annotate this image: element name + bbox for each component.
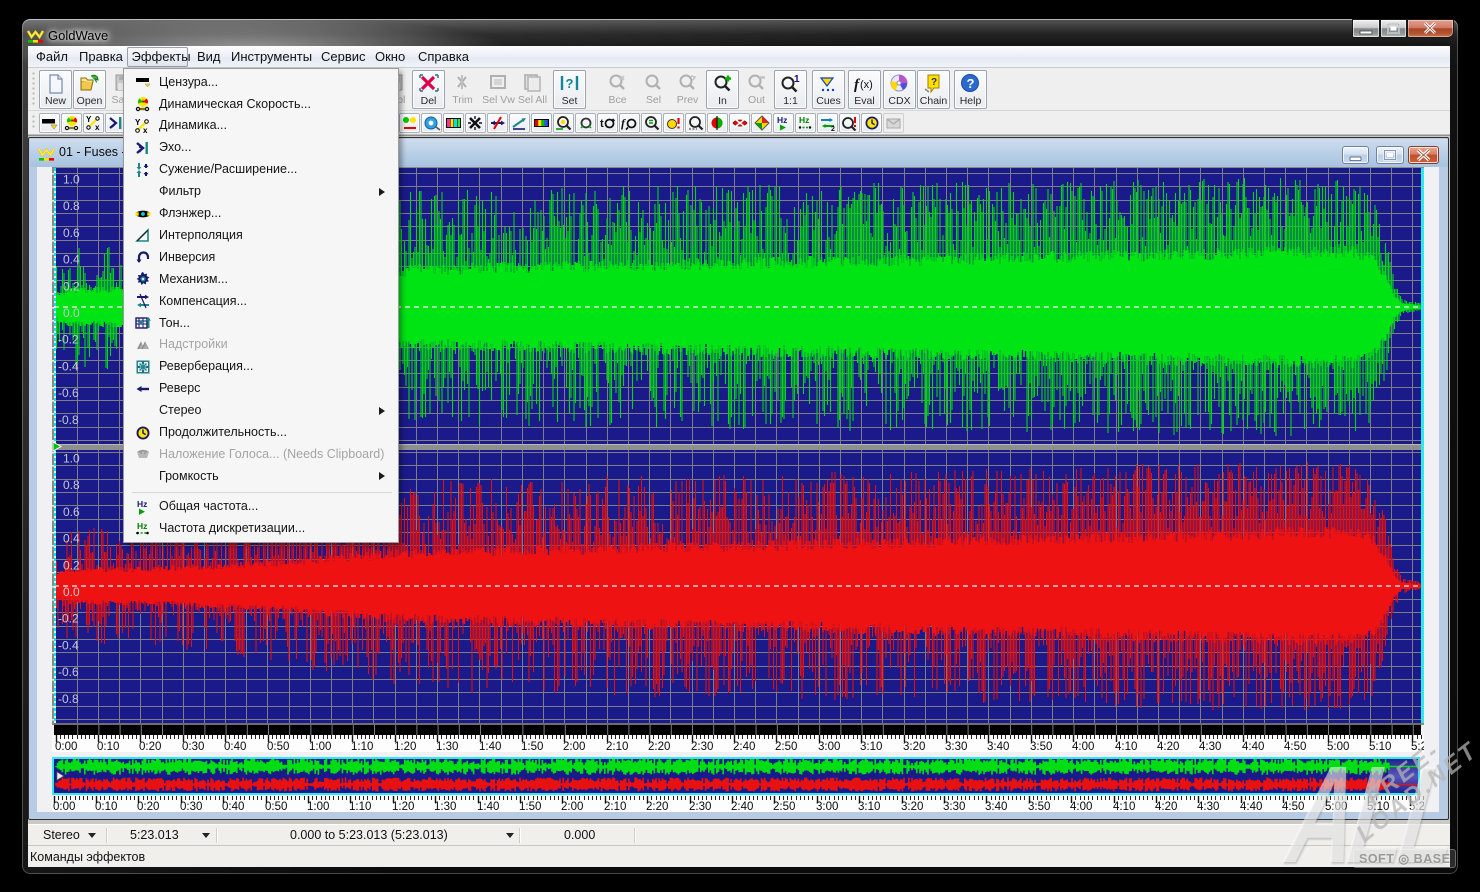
svg-text:1:00: 1:00 (307, 801, 329, 812)
svg-text:Hz: Hz (137, 521, 147, 531)
svg-text:0:50: 0:50 (265, 801, 287, 812)
svg-text:0.2: 0.2 (63, 558, 80, 572)
svg-text:1:20: 1:20 (392, 801, 414, 812)
svg-text:Hz: Hz (777, 115, 787, 125)
svg-text:0:30: 0:30 (180, 801, 202, 812)
svg-text:1:10: 1:10 (349, 801, 371, 812)
svg-text:t: t (600, 118, 604, 130)
svg-text:4:20: 4:20 (1155, 801, 1177, 812)
svg-text:1:10: 1:10 (351, 741, 373, 752)
svg-text:0.8: 0.8 (63, 478, 80, 492)
svg-text:0:10: 0:10 (95, 801, 117, 812)
svg-text:4:10: 4:10 (1115, 741, 1137, 752)
svg-text:-0.6: -0.6 (58, 665, 79, 679)
svg-text:-0.4: -0.4 (58, 638, 79, 652)
svg-text:-0.4: -0.4 (58, 359, 79, 373)
svg-text:2:30: 2:30 (689, 801, 711, 812)
svg-text:4:40: 4:40 (1240, 801, 1262, 812)
svg-text:4:00: 4:00 (1070, 801, 1092, 812)
svg-text:3:20: 3:20 (901, 801, 923, 812)
svg-text:0.4: 0.4 (63, 253, 80, 267)
svg-text:0:50: 0:50 (267, 741, 289, 752)
svg-text:2:50: 2:50 (773, 801, 795, 812)
svg-text:0:30: 0:30 (182, 741, 204, 752)
svg-text:2:20: 2:20 (646, 801, 668, 812)
svg-text:1:50: 1:50 (521, 741, 543, 752)
svg-text:0.6: 0.6 (63, 505, 80, 519)
svg-text:3:00: 3:00 (816, 801, 838, 812)
svg-text:3:00: 3:00 (818, 741, 840, 752)
svg-text:4:10: 4:10 (1113, 801, 1135, 812)
svg-text:Y: Y (135, 118, 141, 127)
svg-text:0.4: 0.4 (63, 532, 80, 546)
svg-text:-0.8: -0.8 (58, 413, 79, 427)
svg-text:4:40: 4:40 (1242, 741, 1264, 752)
svg-text:Y: Y (86, 115, 92, 124)
svg-text:4:00: 4:00 (1072, 741, 1094, 752)
svg-text:3:40: 3:40 (985, 801, 1007, 812)
svg-text:4:20: 4:20 (1157, 741, 1179, 752)
svg-text:0:20: 0:20 (139, 741, 161, 752)
svg-text:(x): (x) (860, 79, 873, 91)
svg-text:1:40: 1:40 (479, 741, 501, 752)
svg-text:Hz: Hz (799, 115, 809, 125)
svg-text:3:30: 3:30 (945, 741, 967, 752)
svg-text:?: ? (931, 77, 937, 88)
svg-text:2:40: 2:40 (733, 741, 755, 752)
svg-text:2:30: 2:30 (691, 741, 713, 752)
svg-text:0.0: 0.0 (63, 585, 80, 599)
svg-text:2:00: 2:00 (561, 801, 583, 812)
svg-text:3:30: 3:30 (943, 801, 965, 812)
svg-text:1:50: 1:50 (519, 801, 541, 812)
svg-text:x: x (143, 126, 148, 134)
svg-text:0:20: 0:20 (137, 801, 159, 812)
svg-text:3:40: 3:40 (987, 741, 1009, 752)
svg-text:Hz: Hz (137, 499, 147, 509)
svg-text:2:10: 2:10 (604, 801, 626, 812)
svg-text:?: ? (565, 76, 573, 91)
svg-text:2:00: 2:00 (563, 741, 585, 752)
svg-text:3:50: 3:50 (1028, 801, 1050, 812)
svg-text:1:30: 1:30 (436, 741, 458, 752)
svg-text:0.0: 0.0 (63, 306, 80, 320)
svg-text:?: ? (966, 76, 974, 91)
svg-text:0.8: 0.8 (63, 199, 80, 213)
svg-text:0.2: 0.2 (63, 279, 80, 293)
svg-text:4:30: 4:30 (1197, 801, 1219, 812)
svg-text:1:30: 1:30 (434, 801, 456, 812)
svg-text:0:00: 0:00 (53, 801, 75, 812)
svg-text:1:40: 1:40 (477, 801, 499, 812)
svg-text:x: x (95, 123, 100, 131)
svg-text:1:20: 1:20 (394, 741, 416, 752)
svg-text:0:10: 0:10 (97, 741, 119, 752)
svg-text:2:10: 2:10 (606, 741, 628, 752)
svg-text:-0.6: -0.6 (58, 386, 79, 400)
svg-text:1:00: 1:00 (309, 741, 331, 752)
svg-text:3:10: 3:10 (858, 801, 880, 812)
svg-text:0:00: 0:00 (55, 741, 77, 752)
svg-text:3:50: 3:50 (1030, 741, 1052, 752)
svg-text:3:20: 3:20 (903, 741, 925, 752)
svg-text:2: 2 (831, 126, 835, 131)
svg-text:2:20: 2:20 (648, 741, 670, 752)
svg-text:3:10: 3:10 (860, 741, 882, 752)
svg-text:0:40: 0:40 (224, 741, 246, 752)
svg-text:0.6: 0.6 (63, 226, 80, 240)
svg-text:1: 1 (794, 74, 800, 85)
svg-text:0:40: 0:40 (222, 801, 244, 812)
svg-text:-0.2: -0.2 (58, 333, 79, 347)
svg-text:2:50: 2:50 (775, 741, 797, 752)
svg-text:1.0: 1.0 (63, 172, 80, 186)
svg-text:f: f (621, 116, 626, 130)
svg-text:-0.8: -0.8 (58, 692, 79, 706)
svg-text:2:40: 2:40 (731, 801, 753, 812)
svg-text:1.0: 1.0 (63, 451, 80, 465)
svg-text:4:30: 4:30 (1199, 741, 1221, 752)
svg-text:-0.2: -0.2 (58, 612, 79, 626)
